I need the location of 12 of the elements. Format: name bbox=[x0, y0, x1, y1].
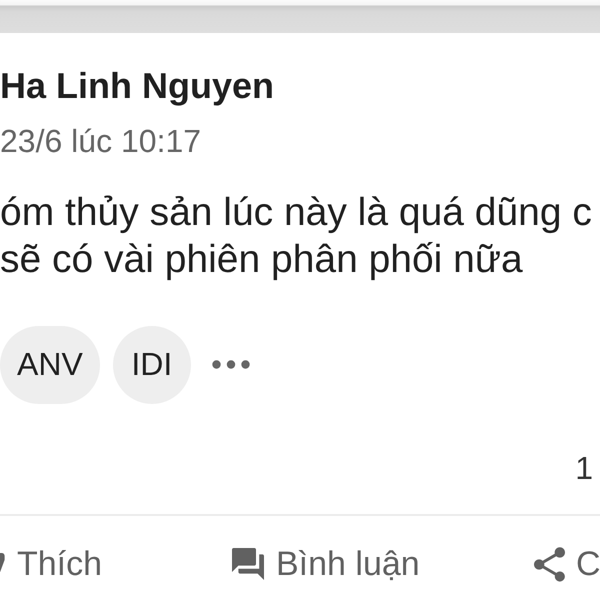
share-button[interactable]: C bbox=[534, 544, 600, 585]
more-icon[interactable] bbox=[212, 360, 250, 370]
share-icon bbox=[534, 546, 565, 582]
stock-tag[interactable]: ANV bbox=[0, 326, 100, 404]
stock-tag[interactable]: IDI bbox=[112, 326, 191, 404]
speech-bubbles-icon bbox=[231, 548, 265, 580]
count-label: 1 bbox=[575, 448, 593, 487]
post-timestamp: 23/6 lúc 10:17 bbox=[0, 122, 202, 161]
like-button[interactable]: Thích bbox=[0, 544, 102, 585]
author-name: Ha Linh Nguyen bbox=[0, 64, 276, 108]
comment-button[interactable]: Bình luận bbox=[231, 544, 420, 585]
post-text: óm thủy sản lúc này là quá dũng c sẽ có vài phiên phân phối nữa bbox=[0, 190, 592, 283]
